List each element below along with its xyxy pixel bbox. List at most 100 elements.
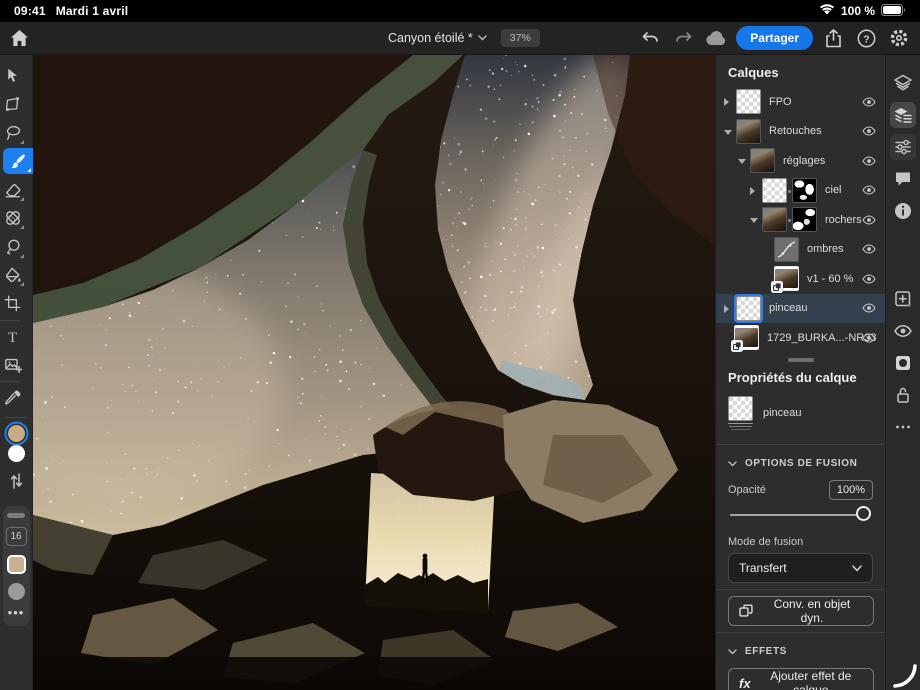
layer-row-1729-burka-nr33[interactable]: 1729_BURKA...-NR33 [716,323,885,353]
tool-strip: T 16 ••• [0,55,33,690]
brush-tool[interactable] [3,148,33,174]
layer-thumbnail[interactable] [736,89,761,114]
layer-expander[interactable] [724,305,729,313]
opacity-slider-knob[interactable] [856,506,871,521]
layer-expander[interactable] [750,187,755,195]
adjustments-icon[interactable] [890,134,916,160]
layer-mask-thumbnail[interactable] [792,178,817,203]
visibility-eye-icon [862,156,876,166]
properties-layer-thumbnail [728,396,753,431]
blend-options-section-toggle[interactable]: OPTIONS DE FUSION [716,451,885,476]
lock-icon[interactable] [890,382,916,408]
home-button[interactable] [6,25,32,51]
layer-visibility-toggle[interactable] [862,333,876,343]
layer-visibility-toggle[interactable] [862,244,876,254]
layer-row-v1-60-[interactable]: v1 - 60 % [716,264,885,294]
document-title: Canyon étoilé * [388,31,473,45]
settings-gear-icon[interactable] [886,25,912,51]
foreground-color-chip[interactable] [8,425,25,442]
chevron-down-icon [478,35,487,41]
visibility-icon[interactable] [890,318,916,344]
healing-tool[interactable] [0,205,26,231]
layer-name: v1 - 60 % [807,273,853,285]
layer-visibility-toggle[interactable] [862,126,876,136]
mask-icon[interactable] [890,350,916,376]
opacity-slider[interactable] [730,504,871,526]
place-image-tool[interactable] [0,352,26,378]
convert-smart-object-button[interactable]: Conv. en objet dyn. [728,596,874,626]
fill-tool[interactable] [0,262,26,288]
layer-mask-thumbnail[interactable] [792,207,817,232]
panel-drag-handle[interactable] [7,513,25,518]
layer-visibility-toggle[interactable] [862,185,876,195]
transform-tool[interactable] [0,91,26,117]
layer-visibility-toggle[interactable] [862,303,876,313]
layer-visibility-toggle[interactable] [862,274,876,284]
more-brush-options-button[interactable]: ••• [8,609,25,617]
document-title-menu[interactable]: Canyon étoilé * [388,31,487,45]
properties-layer-name: pinceau [763,407,802,419]
mask-link-dot [788,219,791,222]
layer-properties-icon[interactable] [890,102,916,128]
status-time: 09:41 [14,4,46,18]
layer-name: Retouches [769,125,822,137]
layer-thumbnail[interactable] [774,237,799,262]
layer-expander[interactable] [724,98,729,106]
export-icon[interactable] [820,25,846,51]
layers-icon[interactable] [890,70,916,96]
eraser-tool[interactable] [0,177,26,203]
eyedropper-tool[interactable] [0,385,26,411]
layer-thumbnail[interactable] [774,266,799,291]
layer-name: réglages [783,155,825,167]
chevron-down-icon [852,565,862,572]
lasso-tool[interactable] [0,120,26,146]
cloud-sync-icon[interactable] [703,25,729,51]
background-color-chip[interactable] [8,445,25,462]
brush-color-swatch[interactable] [7,555,26,574]
undo-button[interactable] [637,25,663,51]
type-tool[interactable]: T [0,324,26,350]
layer-expander[interactable] [738,159,746,164]
layer-row-pinceau[interactable]: pinceau [716,294,885,324]
add-layer-icon[interactable] [890,286,916,312]
layer-thumbnail[interactable] [734,325,759,350]
layer-row-retouches[interactable]: Retouches [716,117,885,147]
move-tool[interactable] [0,63,26,89]
clone-stamp-tool[interactable] [0,234,26,260]
add-layer-effect-button[interactable]: fx Ajouter effet de calque [728,668,874,690]
layer-row-ombres[interactable]: ombres [716,235,885,265]
layer-expander[interactable] [724,130,732,135]
layer-visibility-toggle[interactable] [862,97,876,107]
layer-visibility-toggle[interactable] [862,215,876,225]
layer-row-rochers[interactable]: rochers [716,205,885,235]
help-button[interactable]: ? [853,25,879,51]
redo-button[interactable] [670,25,696,51]
layer-visibility-toggle[interactable] [862,156,876,166]
layer-thumbnail[interactable] [736,119,761,144]
mask-link-dot [788,190,791,193]
share-button[interactable]: Partager [736,26,813,50]
blend-mode-dropdown[interactable]: Transfert [728,553,873,583]
layer-row-ciel[interactable]: ciel [716,176,885,206]
swap-colors-button[interactable] [3,468,29,494]
crop-tool[interactable] [0,291,26,317]
brush-size-field[interactable]: 16 [6,527,27,546]
layer-row-fpo[interactable]: FPO [716,87,885,117]
canvas-artwork[interactable] [33,55,715,690]
info-icon[interactable] [890,198,916,224]
layer-thumbnail[interactable] [736,296,761,321]
layer-row-r-glages[interactable]: réglages [716,146,885,176]
layer-expander[interactable] [750,218,758,223]
zoom-level-badge[interactable]: 37% [501,29,540,47]
layer-thumbnail[interactable] [750,148,775,173]
wifi-icon [819,4,835,19]
layer-thumbnail[interactable] [762,207,787,232]
layers-list-resize-handle[interactable] [788,358,814,362]
more-icon[interactable] [890,414,916,440]
effects-section-toggle[interactable]: EFFETS [716,639,885,664]
layer-thumbnail[interactable] [762,178,787,203]
brush-hardness-chip[interactable] [8,583,25,600]
opacity-value-field[interactable]: 100% [829,480,873,500]
visibility-eye-icon [862,215,876,225]
comments-icon[interactable] [890,166,916,192]
